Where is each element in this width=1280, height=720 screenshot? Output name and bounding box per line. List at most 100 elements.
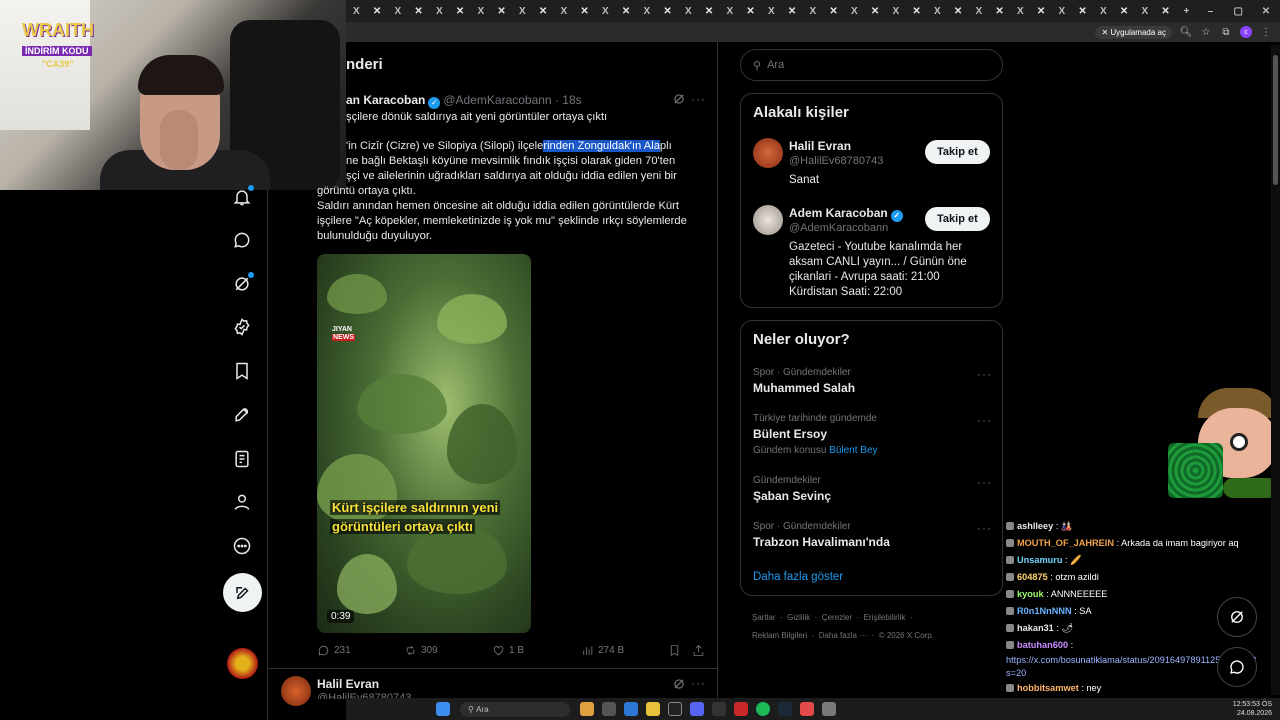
tab-close-icon[interactable]: ✕ bbox=[823, 0, 844, 22]
discord-icon[interactable] bbox=[690, 702, 704, 716]
explorer-icon[interactable] bbox=[646, 702, 660, 716]
chat-username[interactable]: MOUTH_OF_JAHREIN bbox=[1017, 538, 1114, 548]
app-icon[interactable] bbox=[734, 702, 748, 716]
scrollbar-thumb[interactable] bbox=[1273, 55, 1278, 185]
tab-close-icon[interactable]: ✕ bbox=[989, 0, 1010, 22]
footer-link[interactable]: Reklam Bilgileri bbox=[752, 631, 807, 640]
steam-icon[interactable] bbox=[778, 702, 792, 716]
tweet-time[interactable]: 18s bbox=[562, 93, 581, 107]
trend-item[interactable]: Şaban Sevinç bbox=[753, 489, 831, 503]
app-icon[interactable] bbox=[602, 702, 616, 716]
grok-next-tweet-icon[interactable] bbox=[672, 677, 686, 696]
browser-tab[interactable]: X bbox=[844, 0, 865, 22]
start-icon[interactable] bbox=[436, 702, 450, 716]
chat-username[interactable]: kyouk bbox=[1017, 589, 1044, 599]
chat-username[interactable]: R0n1NnNNN bbox=[1017, 606, 1072, 616]
chrome-icon[interactable] bbox=[580, 702, 594, 716]
browser-tab[interactable]: X bbox=[429, 0, 450, 22]
chat-username[interactable]: hobbitsamwet bbox=[1017, 683, 1079, 693]
maximize-button[interactable]: ▢ bbox=[1224, 0, 1252, 22]
browser-tab[interactable]: X bbox=[595, 0, 616, 22]
open-in-app-pill[interactable]: ✕ Uygulamada aç bbox=[1095, 25, 1172, 39]
tab-close-icon[interactable]: ✕ bbox=[906, 0, 927, 22]
trend-item[interactable]: Bülent Ersoy bbox=[753, 427, 827, 441]
trend-item[interactable]: Trabzon Havalimanı'nda bbox=[753, 535, 890, 549]
tab-close-icon[interactable]: ✕ bbox=[1072, 0, 1093, 22]
browser-tab[interactable]: X bbox=[637, 0, 658, 22]
avatar[interactable] bbox=[753, 138, 783, 168]
trend-item[interactable]: Muhammed Salah bbox=[753, 381, 855, 395]
footer-link[interactable]: Şartlar bbox=[752, 613, 776, 622]
browser-tab[interactable]: X bbox=[388, 0, 409, 22]
grok-float-button[interactable] bbox=[1217, 597, 1257, 637]
next-tweet-author[interactable]: Halil Evran bbox=[317, 677, 379, 691]
lists-icon[interactable] bbox=[230, 447, 254, 471]
related-person-name[interactable]: Halil Evran bbox=[789, 139, 851, 153]
browser-tab[interactable]: X bbox=[886, 0, 907, 22]
taskbar-search[interactable]: ⚲ Ara bbox=[460, 701, 570, 717]
tab-close-icon[interactable]: ✕ bbox=[740, 0, 761, 22]
search-bar[interactable]: ⚲ Ara bbox=[740, 49, 1003, 81]
next-tweet-avatar[interactable] bbox=[281, 676, 311, 706]
follow-button[interactable]: Takip et bbox=[925, 207, 990, 231]
messages-float-button[interactable] bbox=[1217, 647, 1257, 687]
x-icon[interactable] bbox=[668, 702, 682, 716]
repost-button[interactable]: 309 bbox=[404, 644, 438, 657]
footer-link[interactable]: Çerezler bbox=[822, 613, 852, 622]
trend-more-icon[interactable]: ··· bbox=[977, 475, 992, 489]
tab-close-icon[interactable]: ✕ bbox=[657, 0, 678, 22]
my-avatar[interactable] bbox=[227, 648, 258, 679]
profile-nav-icon[interactable] bbox=[230, 490, 254, 514]
like-button[interactable]: 1 B bbox=[492, 644, 524, 657]
footer-link[interactable]: Erişilebilirlik bbox=[864, 613, 906, 622]
tab-close-icon[interactable]: ✕ bbox=[865, 0, 886, 22]
tab-close-icon[interactable]: ✕ bbox=[1031, 0, 1052, 22]
zoom-icon[interactable]: 🔍︎ bbox=[1180, 26, 1193, 38]
browser-tab[interactable]: X bbox=[969, 0, 990, 22]
next-tweet-more-icon[interactable]: ··· bbox=[691, 676, 706, 690]
taskbar-clock[interactable]: 12:53:53 ÖS 24.08.2026 bbox=[1233, 700, 1272, 718]
close-window-button[interactable]: ✕ bbox=[1252, 0, 1280, 22]
avatar[interactable] bbox=[753, 205, 783, 235]
related-person-handle[interactable]: @HalilEv68780743 bbox=[789, 155, 883, 167]
more-icon[interactable] bbox=[230, 534, 254, 558]
tab-close-icon[interactable]: ✕ bbox=[616, 0, 637, 22]
browser-tab[interactable]: X bbox=[678, 0, 699, 22]
bookmarks-icon[interactable] bbox=[230, 359, 254, 383]
minimize-button[interactable]: – bbox=[1197, 0, 1225, 22]
footer-link[interactable]: Daha fazla ··· bbox=[819, 631, 867, 640]
tab-close-icon[interactable]: ✕ bbox=[1114, 0, 1135, 22]
jobs-icon[interactable] bbox=[230, 403, 254, 427]
premium-icon[interactable] bbox=[230, 315, 254, 339]
browser-tab[interactable]: X bbox=[761, 0, 782, 22]
related-person-name-row[interactable]: Adem Karacoban ✓ bbox=[789, 206, 906, 222]
tab-close-icon[interactable]: ✕ bbox=[699, 0, 720, 22]
profile-icon[interactable]: c bbox=[1240, 26, 1252, 38]
views-button[interactable]: 274 B bbox=[581, 644, 624, 657]
browser-tab[interactable]: X bbox=[1052, 0, 1073, 22]
tweet-video[interactable] bbox=[317, 254, 531, 633]
show-more-link[interactable]: Daha fazla göster bbox=[753, 571, 843, 583]
tab-close-icon[interactable]: ✕ bbox=[1155, 0, 1176, 22]
chat-username[interactable]: Unsamuru bbox=[1017, 555, 1062, 565]
tab-close-icon[interactable]: ✕ bbox=[491, 0, 512, 22]
related-person-name[interactable]: Adem Karacoban bbox=[789, 206, 888, 220]
tweet-author-name[interactable]: an Karacoban bbox=[346, 93, 425, 107]
app-icon[interactable] bbox=[822, 702, 836, 716]
browser-tab[interactable]: X bbox=[1093, 0, 1114, 22]
notifications-icon[interactable] bbox=[230, 185, 254, 209]
browser-tab[interactable]: X bbox=[471, 0, 492, 22]
page-scrollbar[interactable] bbox=[1271, 45, 1280, 695]
chat-username[interactable]: ashlleey bbox=[1017, 521, 1053, 531]
tab-close-icon[interactable]: ✕ bbox=[408, 0, 429, 22]
trend-more-icon[interactable]: ··· bbox=[977, 413, 992, 427]
browser-tab[interactable]: X bbox=[346, 0, 367, 22]
browser-tab[interactable]: X bbox=[512, 0, 533, 22]
share-button[interactable] bbox=[692, 644, 705, 657]
chat-username[interactable]: 604875 bbox=[1017, 572, 1048, 582]
browser-tab[interactable]: X bbox=[1135, 0, 1156, 22]
browser-tab[interactable]: X bbox=[1010, 0, 1031, 22]
edge-icon[interactable] bbox=[624, 702, 638, 716]
new-tab-button[interactable]: + bbox=[1176, 0, 1197, 22]
trend-more-icon[interactable]: ··· bbox=[977, 367, 992, 381]
